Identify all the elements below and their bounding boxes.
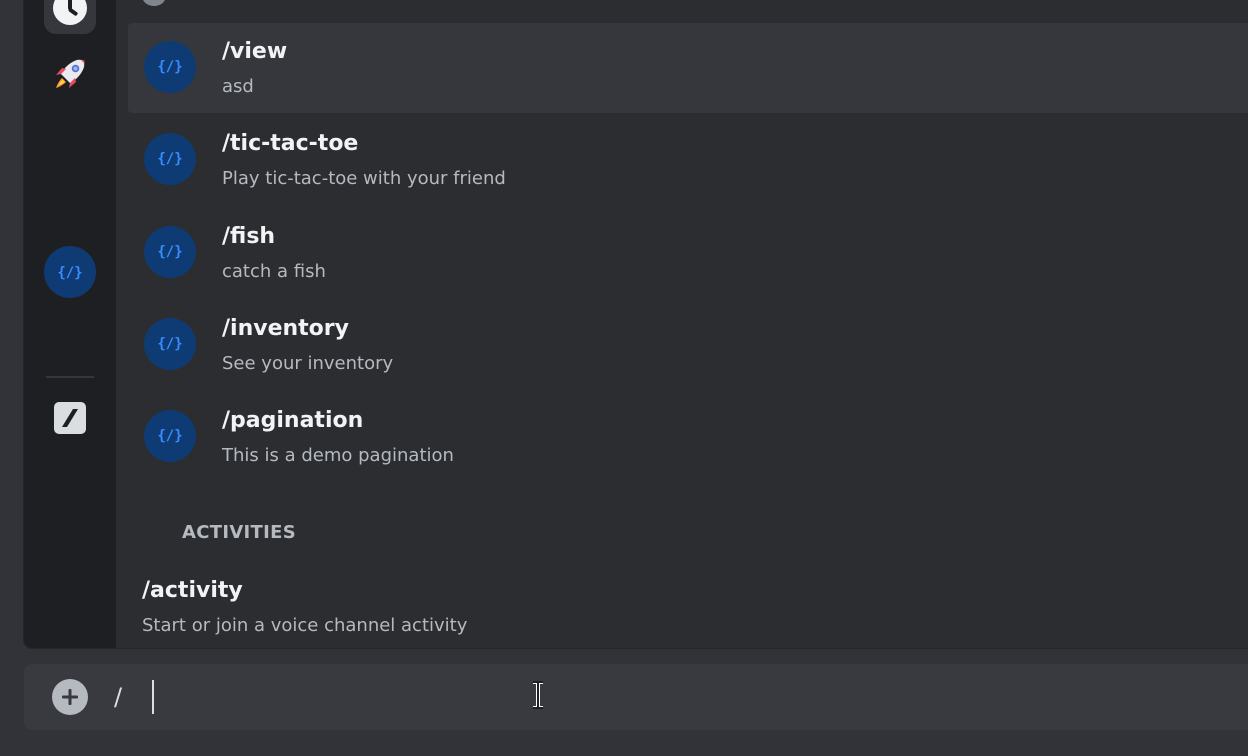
activities-section-title: ACTIVITIES — [182, 522, 296, 543]
activity-command-description: Start or join a voice channel activity — [142, 615, 468, 636]
ibeam-cursor-icon — [533, 681, 543, 709]
rocket-icon — [56, 59, 85, 88]
activity-command-name[interactable]: /activity — [142, 578, 243, 603]
app-command-icon: {/} — [144, 317, 196, 370]
app-icon-glyph: {/} — [157, 243, 183, 260]
app-icon-glyph: {/} — [157, 335, 183, 352]
app-command-icon: {/} — [144, 41, 196, 93]
rail-divider — [46, 376, 94, 378]
message-composer — [24, 664, 1248, 730]
message-input[interactable] — [114, 674, 1214, 720]
command-description: This is a demo pagination — [222, 445, 454, 467]
command-autocomplete-popup: {/} {/} /view asd {/} /tic-tac-toe Play tic-t… — [24, 0, 1248, 648]
app-command-icon: {/} — [144, 225, 196, 278]
app-command-icon: {/} — [144, 410, 196, 463]
command-description: catch a fish — [222, 260, 326, 282]
command-name: /inventory — [222, 315, 349, 341]
slash-command-icon — [54, 402, 86, 434]
command-item[interactable]: {/} /tic-tac-toe Play tic-tac-toe with you… — [128, 115, 1248, 205]
builtin-commands-category-button[interactable] — [44, 392, 96, 444]
app-command-icon: {/} — [144, 133, 196, 186]
svg-text:{/}: {/} — [57, 265, 82, 281]
plus-circle-icon — [62, 689, 78, 705]
command-name: /tic-tac-toe — [222, 131, 359, 157]
command-name: /view — [222, 39, 288, 64]
command-category-rail: {/} — [24, 0, 116, 648]
app-icon-glyph: {/} — [157, 151, 183, 168]
activities-category-button[interactable] — [44, 48, 96, 100]
command-list: {/} /view asd {/} /tic-tac-toe Play tic-tac-t… — [116, 0, 1248, 648]
add-attachment-button[interactable] — [52, 679, 88, 715]
command-description: asd — [222, 76, 254, 97]
app-icon-glyph: {/} — [157, 59, 183, 75]
command-description: See your inventory — [222, 352, 394, 374]
app-command-icon: {/} — [57, 265, 82, 281]
command-item[interactable]: {/} /fish catch a fish — [128, 208, 1248, 298]
discord-window: {/} {/} /view asd {/} /tic-tac-toe Play tic-t… — [0, 0, 1248, 756]
command-name: /pagination — [222, 408, 364, 434]
command-name: /fish — [222, 223, 276, 249]
recent-commands-button[interactable] — [44, 0, 96, 34]
command-description: Play tic-tac-toe with your friend — [222, 168, 506, 190]
clock-icon — [53, 0, 87, 25]
command-item[interactable]: {/} /pagination This is a demo pagination — [128, 392, 1248, 482]
partial-hidden-item — [142, 0, 166, 6]
bot-commands-category-button[interactable]: {/} — [44, 246, 96, 298]
text-caret — [152, 680, 154, 714]
command-item[interactable]: {/} /inventory See your inventory — [128, 300, 1248, 390]
app-icon-glyph: {/} — [157, 428, 183, 445]
command-item[interactable]: {/} /view asd — [128, 23, 1248, 113]
